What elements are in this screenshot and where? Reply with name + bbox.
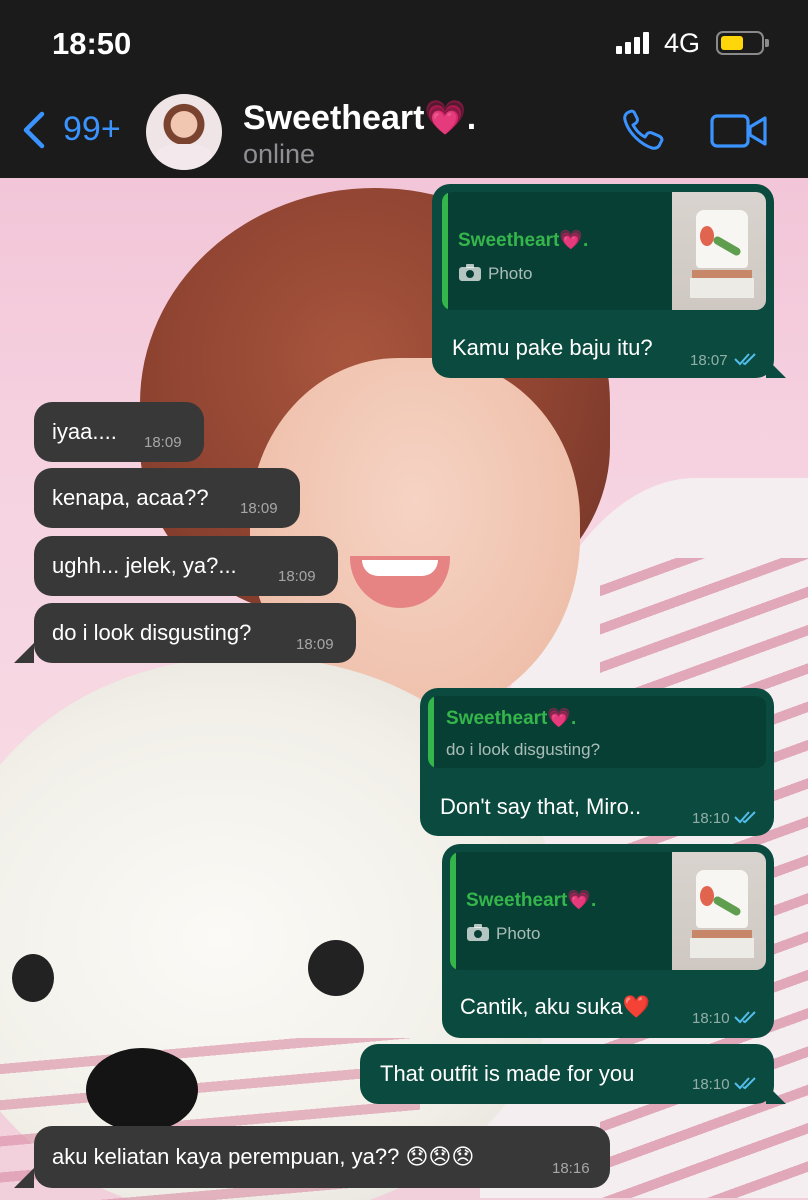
contact-name[interactable]: Sweetheart💗. (243, 98, 476, 138)
message-bubble-outgoing[interactable]: Sweetheart💗. do i look disgusting? Don't… (420, 688, 774, 836)
reply-sender: Sweetheart💗. (458, 230, 589, 251)
back-unread-count[interactable]: 99+ (63, 110, 121, 149)
message-bubble-incoming[interactable]: do i look disgusting? 18:09 (34, 603, 356, 663)
message-time: 18:16 (552, 1160, 590, 1177)
message-text: Don't say that, Miro.. (440, 794, 642, 819)
photo-thumbnail[interactable] (672, 852, 766, 970)
double-check-icon (734, 353, 756, 366)
chevron-left-icon[interactable] (18, 110, 48, 150)
signal-icon (616, 32, 656, 54)
reply-quote[interactable]: Sweetheart💗. Photo (442, 192, 766, 310)
phone-icon[interactable] (620, 108, 668, 152)
message-text: kenapa, acaa?? (52, 485, 209, 510)
message-text: iyaa.... (52, 419, 117, 444)
bubble-tail (766, 358, 786, 378)
reply-text: do i look disgusting? (446, 740, 601, 759)
photo-thumbnail[interactable] (672, 192, 766, 310)
message-text: ughh... jelek, ya?... (52, 553, 237, 578)
message-text: do i look disgusting? (52, 620, 252, 645)
message-bubble-outgoing[interactable]: Sweetheart💗. Photo Kamu pake baju itu? 1… (432, 184, 774, 378)
chat-header: 18:50 4G 99+ Sweetheart💗. online (0, 0, 808, 178)
message-bubble-incoming[interactable]: aku keliatan kaya perempuan, ya?? 😞😞😞 18… (34, 1126, 610, 1188)
message-time: 18:09 (278, 568, 316, 585)
reply-quote[interactable]: Sweetheart💗. do i look disgusting? (428, 696, 766, 768)
message-bubble-outgoing[interactable]: That outfit is made for you 18:10 (360, 1044, 774, 1104)
double-check-icon (734, 1077, 756, 1090)
message-bubble-incoming[interactable]: iyaa.... 18:09 (34, 402, 204, 462)
reply-text: Photo (488, 264, 533, 283)
reply-sender: Sweetheart💗. (466, 890, 597, 911)
battery-icon (716, 31, 769, 55)
message-time: 18:10 (692, 1076, 730, 1093)
message-time: 18:09 (240, 500, 278, 517)
camera-icon (459, 264, 481, 281)
message-bubble-outgoing[interactable]: Sweetheart💗. Photo Cantik, aku suka❤️ 18… (442, 844, 774, 1038)
reply-text: Photo (496, 924, 541, 943)
bubble-tail (14, 643, 34, 663)
video-camera-icon[interactable] (710, 112, 768, 150)
status-time: 18:50 (52, 26, 132, 61)
network-type: 4G (664, 28, 701, 58)
message-time: 18:09 (296, 636, 334, 653)
avatar[interactable] (146, 94, 222, 170)
message-time: 18:10 (692, 810, 730, 827)
message-text: That outfit is made for you (380, 1061, 635, 1086)
message-time: 18:07 (690, 352, 728, 369)
message-time: 18:09 (144, 434, 182, 451)
message-bubble-incoming[interactable]: kenapa, acaa?? 18:09 (34, 468, 300, 528)
double-check-icon (734, 811, 756, 824)
reply-sender: Sweetheart💗. (446, 708, 577, 729)
chat-area[interactable]: Sweetheart💗. Photo Kamu pake baju itu? 1… (0, 178, 808, 1200)
message-text: Kamu pake baju itu? (452, 335, 653, 360)
double-check-icon (734, 1011, 756, 1024)
reply-quote[interactable]: Sweetheart💗. Photo (450, 852, 766, 970)
message-text: Cantik, aku suka❤️ (460, 994, 651, 1019)
contact-status: online (243, 139, 316, 169)
camera-icon (467, 924, 489, 941)
message-time: 18:10 (692, 1010, 730, 1027)
message-bubble-incoming[interactable]: ughh... jelek, ya?... 18:09 (34, 536, 338, 596)
message-text: aku keliatan kaya perempuan, ya?? 😞😞😞 (52, 1144, 475, 1169)
